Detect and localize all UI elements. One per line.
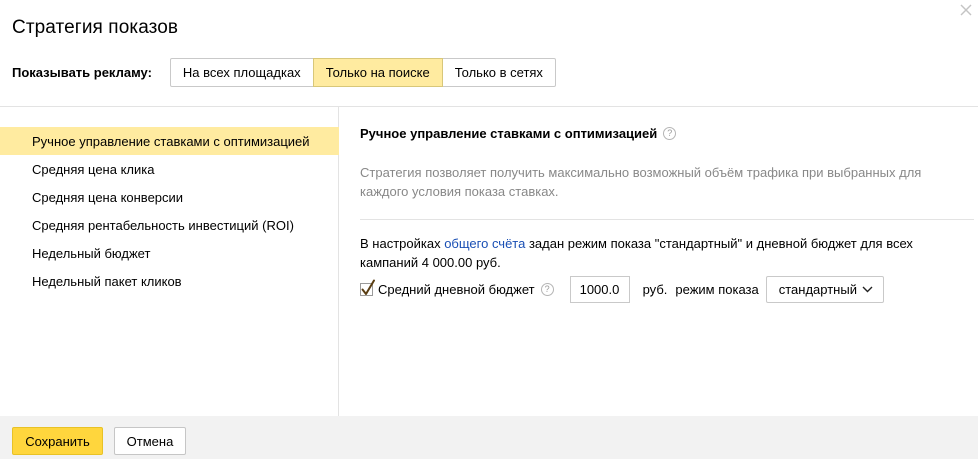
strategy-item-manual-optimized[interactable]: Ручное управление ставками с оптимизацие… <box>0 127 339 155</box>
save-button[interactable]: Сохранить <box>12 427 103 455</box>
chevron-down-icon <box>862 286 873 293</box>
close-icon[interactable] <box>958 2 974 18</box>
daily-budget-value: 1000.0 <box>579 282 620 297</box>
cancel-button[interactable]: Отмена <box>114 427 186 455</box>
info-prefix: В настройках <box>360 236 445 251</box>
currency-label: руб. <box>642 282 668 297</box>
strategy-description: Стратегия позволяет получить максимально… <box>360 165 922 199</box>
option-search-only[interactable]: Только на поиске <box>312 58 443 87</box>
daily-budget-label: Средний дневной бюджет <box>378 282 535 297</box>
account-settings-info: В настройках общего счёта задан режим по… <box>360 234 940 272</box>
account-settings-link[interactable]: общего счёта <box>444 236 525 251</box>
display-mode-select[interactable]: стандартный <box>765 276 884 303</box>
help-icon[interactable]: ? <box>663 127 677 140</box>
daily-budget-checkbox[interactable] <box>360 279 375 296</box>
display-mode-value: стандартный <box>778 282 857 297</box>
show-ads-switcher: На всех площадках Только на поиске Тольк… <box>169 58 556 87</box>
strategy-item-avg-cpc[interactable]: Средняя цена клика <box>0 155 339 183</box>
daily-budget-input[interactable]: 1000.0 <box>569 276 630 303</box>
daily-budget-row: Средний дневной бюджет ? 1000.0 руб. реж… <box>360 276 884 303</box>
show-ads-label: Показывать рекламу: <box>12 65 152 80</box>
option-all-platforms[interactable]: На всех площадках <box>169 58 314 87</box>
strategy-item-weekly-budget[interactable]: Недельный бюджет <box>0 239 339 267</box>
strategy-item-avg-cpa[interactable]: Средняя цена конверсии <box>0 183 339 211</box>
divider <box>360 219 974 220</box>
check-icon <box>361 279 375 295</box>
strategy-title: Ручное управление ставками с оптимизацие… <box>360 126 658 141</box>
show-ads-row: Показывать рекламу: На всех площадках То… <box>12 58 556 87</box>
dialog-footer: Сохранить Отмена <box>0 416 978 459</box>
help-icon[interactable]: ? <box>540 283 554 296</box>
dialog-title: Стратегия показов <box>12 17 179 38</box>
strategy-list: Ручное управление ставками с оптимизацие… <box>0 107 339 416</box>
strategy-item-roi[interactable]: Средняя рентабельность инвестиций (ROI) <box>0 211 339 239</box>
strategy-title-row: Ручное управление ставками с оптимизацие… <box>360 126 677 141</box>
option-networks-only[interactable]: Только в сетях <box>441 58 556 87</box>
strategy-dialog: Стратегия показов Показывать рекламу: На… <box>0 0 978 459</box>
strategy-item-weekly-clicks[interactable]: Недельный пакет кликов <box>0 267 339 295</box>
display-mode-label: режим показа <box>675 282 759 297</box>
